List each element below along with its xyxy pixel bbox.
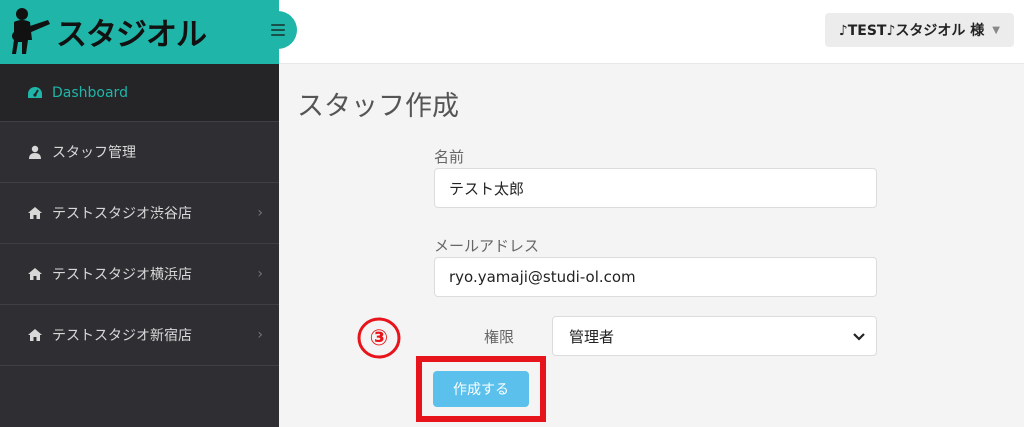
hamburger-icon [271, 24, 285, 36]
sidebar-item-staff[interactable]: スタッフ管理 [0, 122, 279, 183]
role-label: 権限 [484, 328, 515, 346]
role-value: 管理者 [569, 327, 615, 346]
sidebar-item-label: スタッフ管理 [52, 145, 136, 161]
guitarist-icon [12, 8, 50, 54]
sidebar-item-shinjuku[interactable]: テストスタジオ新宿店 › [0, 305, 279, 366]
page-title: スタッフ作成 [297, 91, 459, 122]
sidebar-item-label: テストスタジオ横浜店 [52, 267, 192, 283]
home-icon [26, 206, 44, 220]
step-number-annotation: ③ [354, 316, 404, 360]
email-input[interactable]: ryo.yamaji@studi-ol.com [434, 257, 877, 297]
user-icon [26, 145, 44, 159]
chevron-right-icon: › [257, 205, 263, 221]
user-menu-button[interactable]: ♪TEST♪スタジオル 様 ▼ [824, 13, 1014, 47]
home-icon [26, 267, 44, 281]
name-input[interactable]: テスト太郎 [434, 168, 877, 208]
name-label: 名前 [434, 148, 465, 166]
step-number: ③ [369, 325, 389, 351]
main-content: スタッフ作成 名前 テスト太郎 メールアドレス ryo.yamaji@studi… [279, 64, 1024, 427]
chevron-down-icon [853, 333, 865, 341]
sidebar: スタジオル Dashboard スタッフ管理 テストスタジオ渋谷店 › テストス… [0, 0, 279, 427]
chevron-right-icon: › [257, 327, 263, 343]
brand-logo[interactable]: スタジオル [8, 6, 207, 56]
sidebar-item-label: テストスタジオ新宿店 [52, 328, 192, 344]
menu-toggle-button[interactable] [259, 11, 297, 49]
home-icon [26, 328, 44, 342]
caret-down-icon: ▼ [992, 24, 1000, 36]
chevron-right-icon: › [257, 266, 263, 282]
email-value: ryo.yamaji@studi-ol.com [449, 268, 636, 286]
sidebar-item-dashboard[interactable]: Dashboard [0, 64, 279, 122]
sidebar-item-shibuya[interactable]: テストスタジオ渋谷店 › [0, 183, 279, 244]
role-select[interactable]: 管理者 [552, 316, 877, 356]
sidebar-item-label: テストスタジオ渋谷店 [52, 206, 192, 222]
logo-text: スタジオル [56, 16, 207, 53]
top-header: ♪TEST♪スタジオル 様 ▼ [279, 0, 1024, 64]
create-button[interactable]: 作成する [433, 371, 529, 407]
sidebar-item-label: Dashboard [52, 84, 128, 101]
user-name: ♪TEST♪スタジオル 様 [838, 23, 985, 39]
logo-bar: スタジオル [0, 0, 279, 64]
dashboard-icon [26, 86, 44, 100]
sidebar-item-yokohama[interactable]: テストスタジオ横浜店 › [0, 244, 279, 305]
email-label: メールアドレス [434, 237, 540, 255]
name-value: テスト太郎 [449, 179, 525, 198]
